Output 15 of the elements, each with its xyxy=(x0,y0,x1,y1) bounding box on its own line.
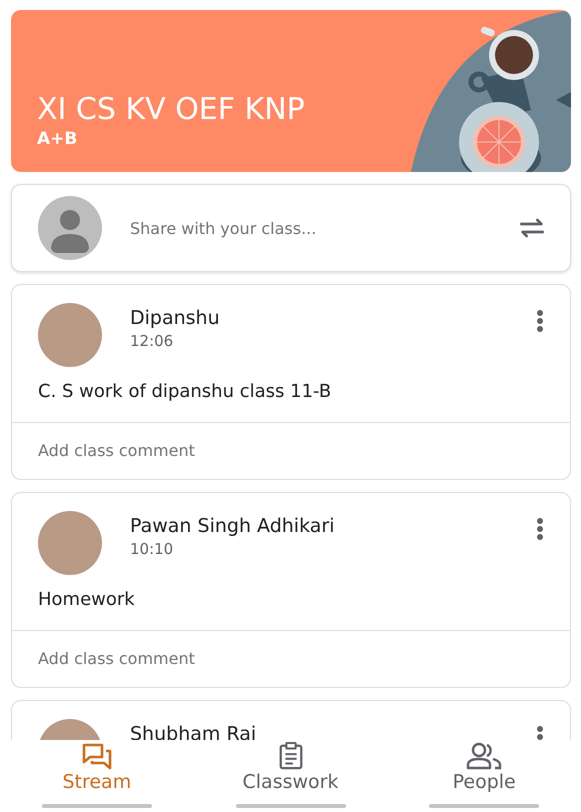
comment-field[interactable]: Add class comment xyxy=(12,630,570,687)
author-name: Shubham Rai xyxy=(130,722,258,740)
nav-tab[interactable]: People xyxy=(452,740,516,794)
post-text: C. S work of dipanshu class 11-B xyxy=(37,380,332,404)
post-time: 10:10 xyxy=(130,539,174,559)
nav-tab[interactable]: Classwork xyxy=(242,740,338,794)
author-name: Pawan Singh Adhikari xyxy=(130,514,336,539)
post-time: 12:06 xyxy=(130,331,174,351)
post-text: Homework xyxy=(37,588,136,612)
class-title: XI CS KV OEF KNP xyxy=(37,92,305,128)
class-section: A+B xyxy=(37,128,305,150)
nav-tab[interactable]: Stream xyxy=(62,740,132,794)
comment-field[interactable]: Add class comment xyxy=(12,422,570,479)
share-input-field[interactable]: Share with your class... xyxy=(130,218,516,238)
author-name: Dipanshu xyxy=(130,306,221,331)
